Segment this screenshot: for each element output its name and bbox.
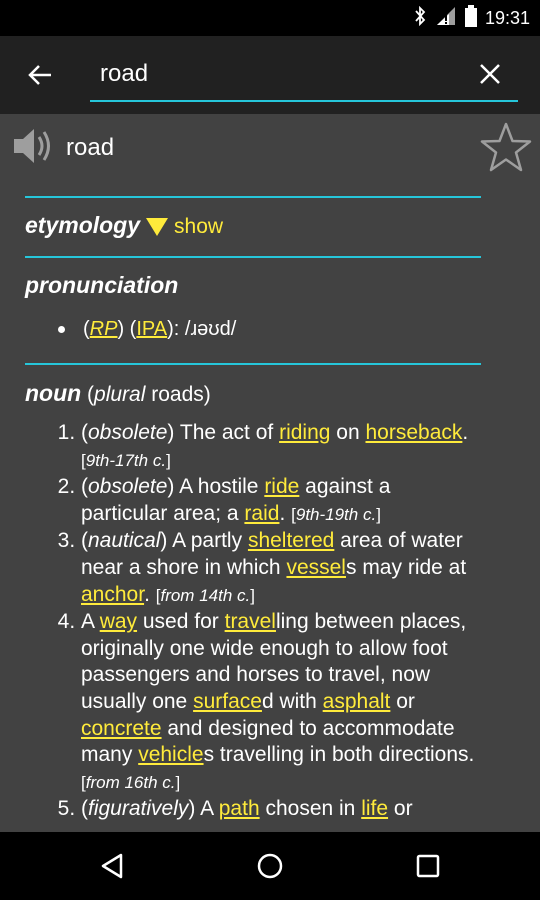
arrow-left-icon bbox=[28, 65, 51, 85]
link-way[interactable]: way bbox=[100, 610, 137, 633]
link-surface[interactable]: surface bbox=[193, 690, 262, 713]
sense-tag: figuratively bbox=[88, 797, 189, 821]
back-button[interactable] bbox=[20, 58, 60, 92]
link-sheltered[interactable]: sheltered bbox=[248, 529, 334, 552]
sense-list: (obsolete) The act of riding on horsebac… bbox=[0, 420, 481, 823]
navigation-bar bbox=[0, 832, 540, 900]
link-ride[interactable]: ride bbox=[264, 475, 299, 498]
etymology-heading: etymology show bbox=[25, 212, 223, 239]
bluetooth-icon bbox=[413, 5, 427, 31]
link-life[interactable]: life bbox=[361, 797, 388, 820]
ipa-link[interactable]: IPA bbox=[136, 318, 167, 340]
search-toolbar bbox=[0, 36, 540, 114]
link-vessel[interactable]: vessel bbox=[286, 556, 346, 579]
sense-date: 9th-19th c. bbox=[295, 504, 377, 524]
sense-tag: obsolete bbox=[88, 475, 168, 499]
status-bar: 19:31 bbox=[0, 0, 540, 36]
sense-item: (nautical) A partly sheltered area of wa… bbox=[81, 528, 481, 609]
nav-recents-button[interactable] bbox=[408, 846, 448, 886]
ipa-transcription: /ɹəʊd/ bbox=[184, 318, 237, 340]
pos-label: noun bbox=[25, 380, 82, 406]
sense-date: 9th-17th c. bbox=[85, 450, 167, 470]
status-icons: 19:31 bbox=[413, 0, 530, 36]
sense-item: (obsolete) A hostile ride against a part… bbox=[81, 474, 481, 528]
definition-content[interactable]: road etymology show pronunciation (RP) (I… bbox=[0, 114, 540, 832]
link-anchor[interactable]: anchor bbox=[81, 583, 144, 606]
sense-item: (figuratively) A path chosen in life or bbox=[81, 796, 481, 823]
link-riding[interactable]: riding bbox=[279, 421, 330, 444]
etymology-show-toggle[interactable]: show bbox=[174, 215, 223, 238]
sense-tag: nautical bbox=[88, 529, 161, 553]
favorite-button[interactable] bbox=[476, 120, 536, 176]
link-travel[interactable]: travel bbox=[225, 610, 276, 633]
search-input[interactable] bbox=[90, 54, 480, 94]
rp-link[interactable]: RP bbox=[90, 318, 118, 340]
etymology-label: etymology bbox=[25, 212, 141, 238]
nav-home-button[interactable] bbox=[250, 846, 290, 886]
word-header: road bbox=[12, 128, 114, 168]
link-path[interactable]: path bbox=[219, 797, 260, 820]
search-underline bbox=[90, 100, 518, 102]
separator bbox=[25, 256, 481, 258]
square-recents-icon bbox=[416, 854, 440, 878]
link-raid[interactable]: raid bbox=[244, 502, 279, 525]
sense-item: (obsolete) The act of riding on horsebac… bbox=[81, 420, 481, 474]
plural-form: roads bbox=[151, 383, 204, 406]
link-vehicle[interactable]: vehicle bbox=[138, 743, 203, 766]
signal-icon bbox=[435, 6, 457, 31]
speaker-icon[interactable] bbox=[12, 126, 56, 171]
sense-date: from 14th c. bbox=[160, 585, 251, 605]
part-of-speech: noun (plural roads) bbox=[25, 380, 211, 406]
bullet-icon bbox=[58, 326, 65, 334]
plural-word: plural bbox=[94, 383, 146, 406]
star-icon bbox=[480, 122, 532, 172]
close-icon bbox=[480, 64, 500, 84]
circle-home-icon bbox=[257, 853, 283, 879]
separator bbox=[25, 363, 481, 365]
battery-icon bbox=[464, 4, 477, 32]
nav-back-button[interactable] bbox=[92, 846, 132, 886]
link-asphalt[interactable]: asphalt bbox=[323, 690, 391, 713]
sense-tag: obsolete bbox=[88, 421, 168, 444]
link-concrete[interactable]: concrete bbox=[81, 717, 162, 740]
word-title: road bbox=[66, 134, 115, 161]
triangle-down-icon[interactable] bbox=[146, 217, 169, 236]
separator bbox=[25, 196, 481, 198]
sense-date: from 16th c. bbox=[85, 772, 176, 792]
status-time: 19:31 bbox=[484, 7, 530, 28]
clear-search-button[interactable] bbox=[470, 56, 510, 92]
triangle-back-icon bbox=[101, 853, 123, 879]
pronunciation-item: (RP) (IPA): /ɹəʊd/ bbox=[58, 318, 236, 341]
sense-item: A way used for travelling between places… bbox=[81, 609, 481, 796]
pronunciation-heading: pronunciation bbox=[25, 272, 179, 298]
link-horseback[interactable]: horseback bbox=[365, 421, 462, 444]
